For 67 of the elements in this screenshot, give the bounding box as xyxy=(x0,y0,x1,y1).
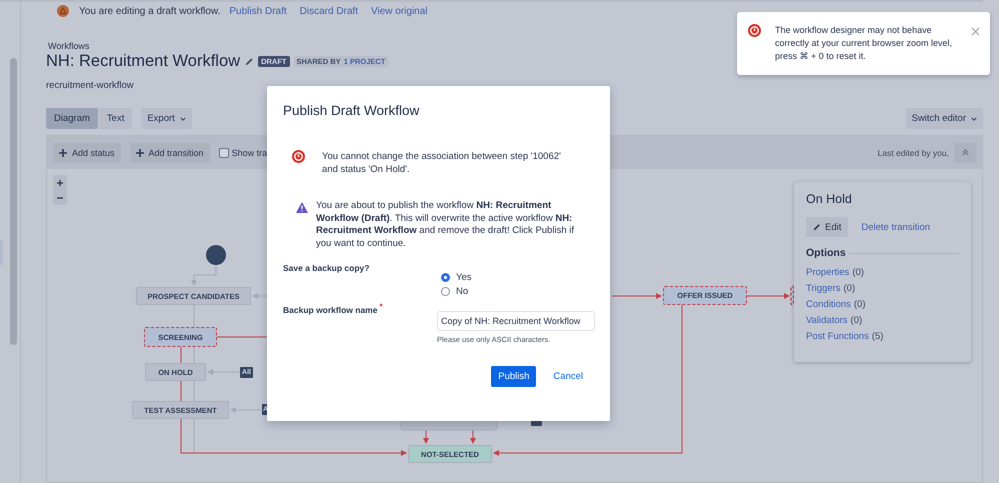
option-count: (0) xyxy=(850,314,862,326)
options-heading: Options xyxy=(806,247,846,259)
pencil-icon xyxy=(813,223,821,231)
warning-icon xyxy=(296,202,308,213)
banner-link[interactable]: View original xyxy=(371,6,428,16)
error-icon xyxy=(292,150,305,163)
input-field[interactable]: Copy of NH: Recruitment Workflow xyxy=(437,310,595,331)
view-tab[interactable]: Diagram xyxy=(46,108,98,129)
caret-icon xyxy=(180,116,186,120)
field-label: Backup workflow name xyxy=(283,304,378,315)
workflow-title: NH: Recruitment Workflow xyxy=(46,52,240,71)
field-label: Save a backup copy? xyxy=(283,262,370,275)
option-count: (5) xyxy=(872,330,884,342)
checkbox[interactable] xyxy=(218,148,229,158)
delete-transition-link[interactable]: Delete transition xyxy=(861,222,930,232)
status-node[interactable] xyxy=(790,285,794,306)
chevrons-up-icon xyxy=(962,149,968,156)
option-link[interactable]: Triggers xyxy=(806,282,840,294)
add-button[interactable]: Add transition xyxy=(130,142,210,162)
collapse-button[interactable] xyxy=(954,142,976,162)
zoom-button[interactable]: − xyxy=(53,190,67,205)
option-link[interactable]: Conditions xyxy=(806,298,851,310)
checkbox-label: Show tra xyxy=(232,148,268,158)
plus-icon xyxy=(59,148,67,156)
add-button[interactable]: Add status xyxy=(53,142,121,162)
transition-arrow[interactable] xyxy=(746,293,790,299)
view-tab[interactable]: Text xyxy=(98,108,132,129)
required-mark: * xyxy=(379,302,383,311)
banner-link[interactable]: Discard Draft xyxy=(300,6,358,16)
transition-arrow[interactable] xyxy=(612,293,662,299)
export-button[interactable]: Export xyxy=(141,108,192,129)
workflow-key: recruitment-workflow xyxy=(46,80,983,91)
radio-label: Yes xyxy=(456,272,472,283)
option-link[interactable]: Properties xyxy=(806,266,850,278)
warning-message: You are about to publish the workflow NH: Recruitment Workflow (Draft). This will overwrite the active workflow NH: Recruitment Workflow and remove the draft! Click Publish if you want to continue. xyxy=(316,200,575,251)
last-edited-text: Last edited by you, xyxy=(878,148,949,158)
option-count: (0) xyxy=(854,298,866,310)
transition-arrow[interactable] xyxy=(423,430,429,444)
cancel-link[interactable]: Cancel xyxy=(553,370,583,382)
publish-button[interactable]: Publish xyxy=(491,366,536,387)
edit-button[interactable]: Edit xyxy=(806,217,848,237)
plus-icon xyxy=(136,148,144,156)
close-icon[interactable] xyxy=(971,27,980,36)
caret-icon xyxy=(971,116,977,120)
radio-button[interactable] xyxy=(441,272,450,282)
scrollbar-thumb[interactable] xyxy=(10,58,17,345)
error-message: You cannot change the association between step '10062' and status 'On Hold'. xyxy=(322,150,562,176)
start-node[interactable] xyxy=(206,245,226,265)
transition-arrow[interactable] xyxy=(470,430,476,444)
radio-label: No xyxy=(456,286,468,297)
warning-icon xyxy=(57,5,69,17)
toast-message: The workflow designer may not behave correctly at your current browser zoom level, press ⌘ + 0 to reset it. xyxy=(775,24,954,63)
pencil-icon[interactable] xyxy=(245,57,254,66)
radio-button[interactable] xyxy=(441,286,450,296)
transition-arrow[interactable] xyxy=(252,293,270,299)
error-icon xyxy=(748,24,761,37)
zoom-button[interactable]: + xyxy=(53,175,67,190)
option-count: (0) xyxy=(852,266,864,278)
transition-arrow[interactable] xyxy=(493,304,682,456)
option-link[interactable]: Validators xyxy=(806,314,848,326)
option-count: (0) xyxy=(844,282,856,294)
draft-message: You are editing a draft workflow. xyxy=(79,6,220,16)
dialog-title: Publish Draft Workflow xyxy=(283,103,420,118)
banner-link[interactable]: Publish Draft xyxy=(229,6,287,16)
inspector-title: On Hold xyxy=(806,192,853,206)
switch-editor-button[interactable]: Switch editor xyxy=(906,108,983,129)
option-link[interactable]: Post Functions xyxy=(806,330,869,342)
